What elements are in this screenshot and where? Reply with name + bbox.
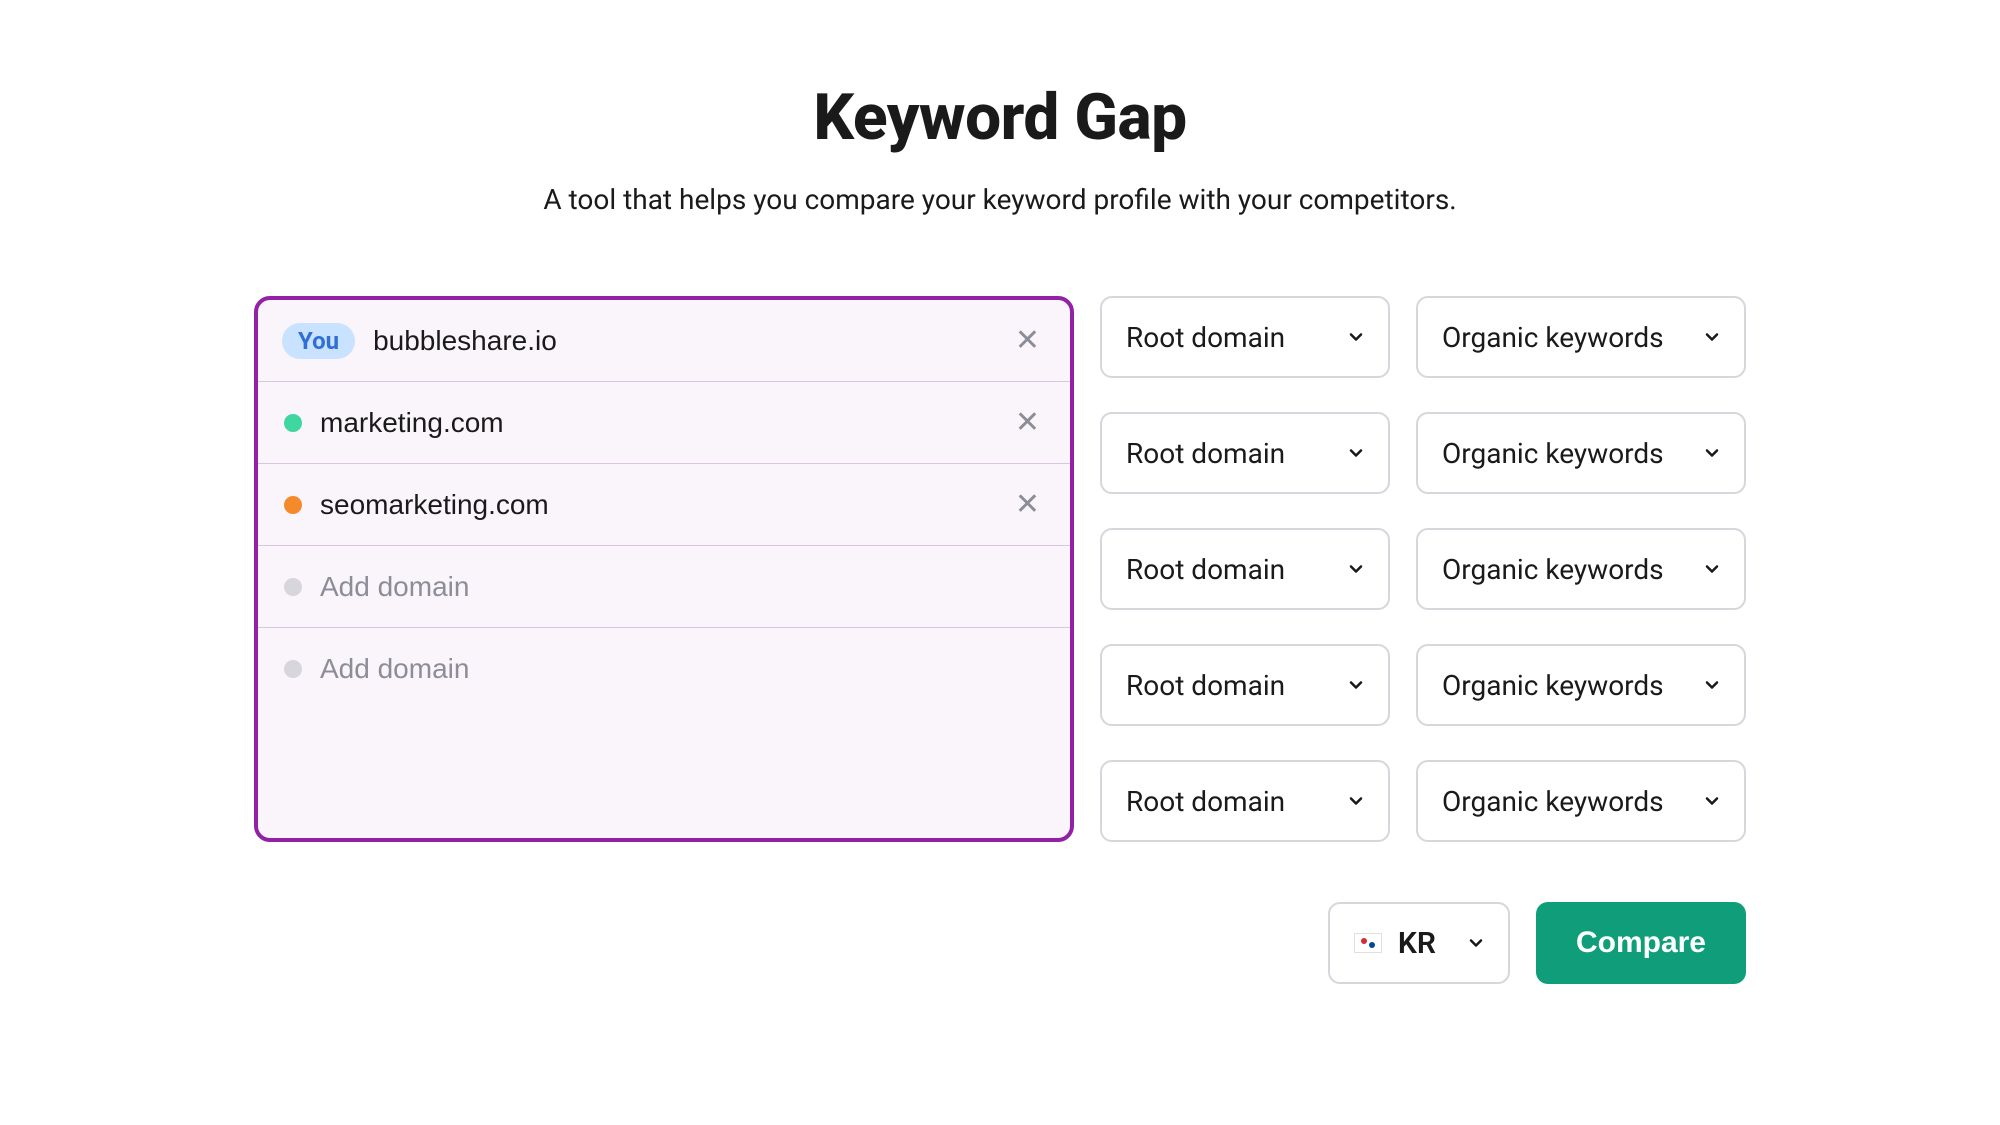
scope-select[interactable]: Root domain (1100, 412, 1390, 494)
chevron-down-icon (1702, 443, 1722, 463)
domain-row (258, 546, 1070, 628)
domain-row: ✕ (258, 382, 1070, 464)
domain-input[interactable] (320, 571, 1048, 603)
domain-input[interactable] (320, 407, 1007, 439)
clear-icon[interactable]: ✕ (1007, 486, 1048, 524)
keyword-gap-form: You✕✕✕ Root domainRoot domainRoot domain… (254, 296, 1746, 984)
action-bar: KR Compare (1328, 902, 1746, 984)
domain-input[interactable] (373, 325, 1007, 357)
chevron-down-icon (1702, 675, 1722, 695)
chevron-down-icon (1346, 327, 1366, 347)
chevron-down-icon (1346, 675, 1366, 695)
keyword-type-select[interactable]: Organic keywords (1416, 412, 1746, 494)
clear-icon[interactable]: ✕ (1007, 322, 1048, 360)
domain-input[interactable] (320, 653, 1048, 685)
domain-row: ✕ (258, 464, 1070, 546)
competitor-dot-icon (284, 660, 302, 678)
competitor-dot-icon (284, 578, 302, 596)
chevron-down-icon (1346, 443, 1366, 463)
scope-label: Root domain (1126, 669, 1285, 702)
scope-label: Root domain (1126, 437, 1285, 470)
keyword-type-select[interactable]: Organic keywords (1416, 760, 1746, 842)
keyword-type-label: Organic keywords (1442, 553, 1664, 586)
chevron-down-icon (1466, 933, 1486, 953)
domain-row (258, 628, 1070, 710)
scope-label: Root domain (1126, 553, 1285, 586)
domain-row: You ✕ (258, 300, 1070, 382)
page-subtitle: A tool that helps you compare your keywo… (543, 183, 1456, 216)
keyword-type-select[interactable]: Organic keywords (1416, 528, 1746, 610)
scope-select[interactable]: Root domain (1100, 296, 1390, 378)
chevron-down-icon (1702, 791, 1722, 811)
page-title: Keyword Gap (813, 80, 1186, 155)
chevron-down-icon (1702, 327, 1722, 347)
competitor-dot-icon (284, 496, 302, 514)
scope-select[interactable]: Root domain (1100, 760, 1390, 842)
country-select[interactable]: KR (1328, 902, 1510, 984)
scope-select-column: Root domain Root domain Root domain Root do… (1100, 296, 1390, 842)
scope-label: Root domain (1126, 785, 1285, 818)
you-badge: You (282, 323, 355, 359)
chevron-down-icon (1346, 559, 1366, 579)
keyword-type-column: Organic keywords Organic keywords Organic … (1416, 296, 1746, 842)
clear-icon[interactable]: ✕ (1007, 404, 1048, 442)
keyword-type-label: Organic keywords (1442, 669, 1664, 702)
keyword-type-label: Organic keywords (1442, 437, 1664, 470)
flag-kr-icon (1354, 933, 1382, 953)
competitor-dot-icon (284, 414, 302, 432)
scope-label: Root domain (1126, 321, 1285, 354)
keyword-type-label: Organic keywords (1442, 321, 1664, 354)
compare-button[interactable]: Compare (1536, 902, 1746, 984)
domain-input[interactable] (320, 489, 1007, 521)
keyword-type-label: Organic keywords (1442, 785, 1664, 818)
chevron-down-icon (1346, 791, 1366, 811)
keyword-type-select[interactable]: Organic keywords (1416, 296, 1746, 378)
domain-input-group: You ✕ ✕ ✕ (254, 296, 1074, 842)
scope-select[interactable]: Root domain (1100, 644, 1390, 726)
chevron-down-icon (1702, 559, 1722, 579)
keyword-type-select[interactable]: Organic keywords (1416, 644, 1746, 726)
scope-select[interactable]: Root domain (1100, 528, 1390, 610)
country-code-label: KR (1398, 926, 1436, 961)
comparison-rows: You✕✕✕ Root domainRoot domainRoot domain… (254, 296, 1746, 842)
